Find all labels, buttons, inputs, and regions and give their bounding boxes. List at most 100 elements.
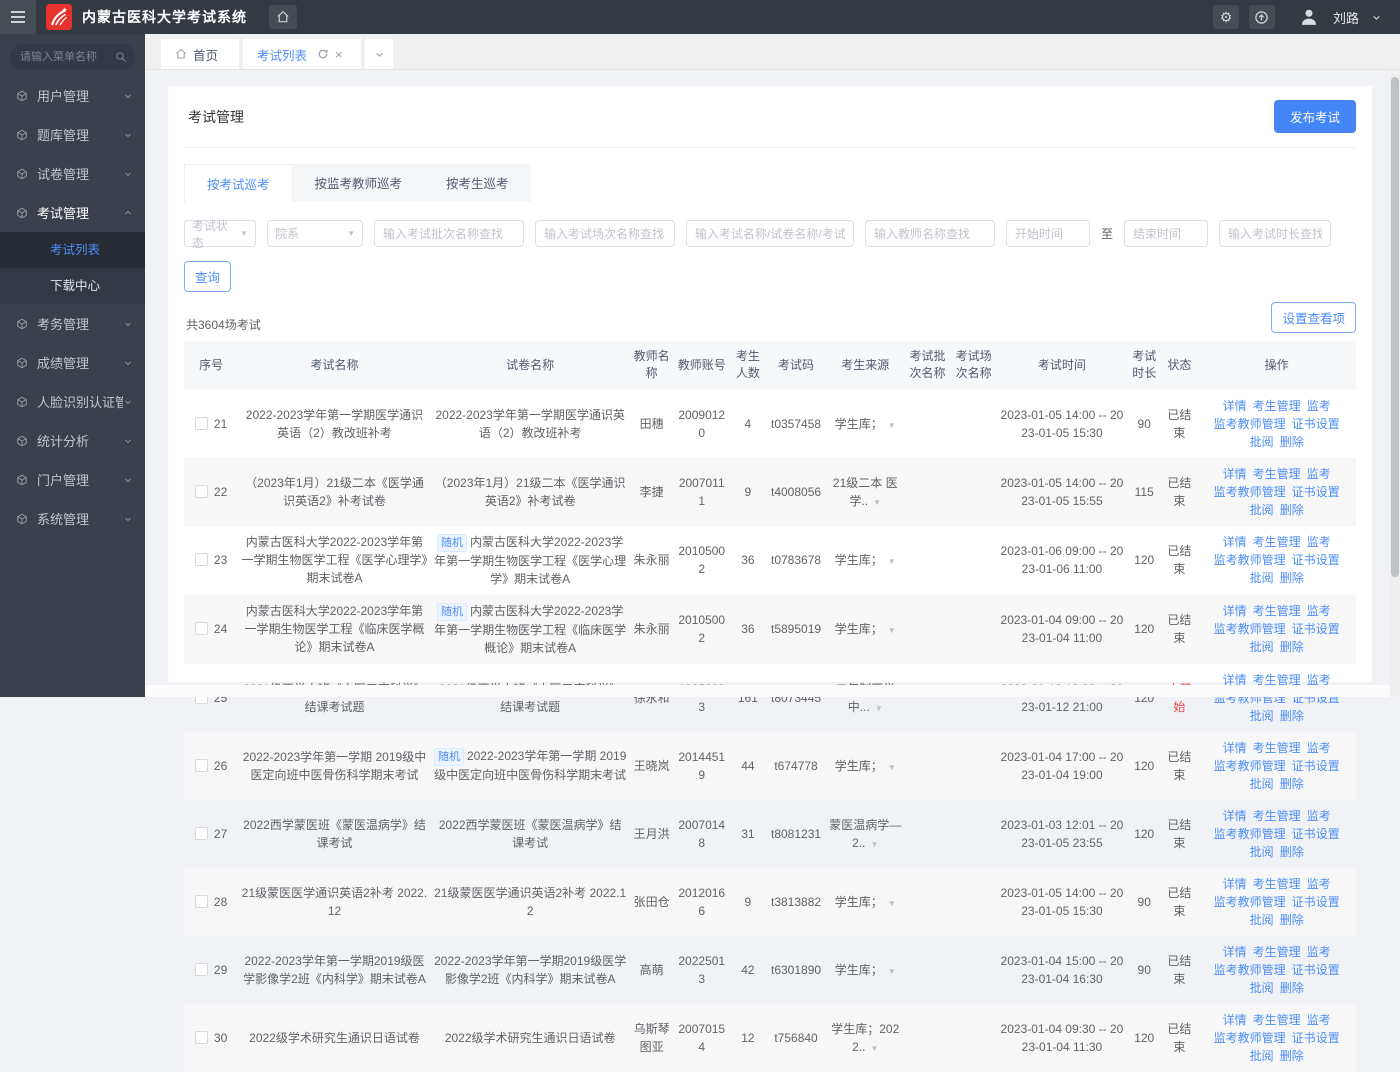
- action-link[interactable]: 证书设置: [1292, 895, 1340, 909]
- action-link[interactable]: 详情: [1223, 399, 1247, 413]
- row-checkbox[interactable]: [195, 827, 208, 840]
- row-checkbox[interactable]: [195, 485, 208, 498]
- department-select[interactable]: 院系▼: [267, 220, 363, 247]
- chevron-down-icon[interactable]: ▼: [875, 704, 883, 713]
- action-link[interactable]: 证书设置: [1292, 622, 1340, 636]
- chevron-down-icon[interactable]: [1371, 12, 1382, 23]
- action-link[interactable]: 监考: [1307, 1013, 1331, 1027]
- action-link[interactable]: 证书设置: [1292, 1031, 1340, 1045]
- start-time-input[interactable]: [1006, 220, 1090, 247]
- action-link[interactable]: 详情: [1223, 535, 1247, 549]
- action-link[interactable]: 监考教师管理: [1214, 827, 1286, 841]
- action-link[interactable]: 详情: [1223, 809, 1247, 823]
- action-link[interactable]: 批阅: [1250, 845, 1274, 859]
- action-link[interactable]: 监考教师管理: [1214, 485, 1286, 499]
- action-link[interactable]: 监考: [1307, 809, 1331, 823]
- action-link[interactable]: 证书设置: [1292, 759, 1340, 773]
- duration-input[interactable]: [1219, 220, 1331, 247]
- action-link[interactable]: 证书设置: [1292, 485, 1340, 499]
- action-link[interactable]: 详情: [1223, 1013, 1247, 1027]
- sidebar-item[interactable]: 人脸识别认证管理: [0, 382, 145, 421]
- action-link[interactable]: 批阅: [1250, 981, 1274, 995]
- tab-list-dropdown[interactable]: [365, 39, 393, 69]
- action-link[interactable]: 批阅: [1250, 503, 1274, 517]
- action-link[interactable]: 考生管理: [1253, 399, 1301, 413]
- action-link[interactable]: 监考教师管理: [1214, 1031, 1286, 1045]
- action-link[interactable]: 详情: [1223, 467, 1247, 481]
- sidebar-subitem[interactable]: 下载中心: [0, 268, 145, 304]
- tab-by-proctor[interactable]: 按监考教师巡考: [293, 164, 425, 202]
- menu-toggle-icon[interactable]: [0, 0, 36, 34]
- action-link[interactable]: 删除: [1280, 640, 1304, 654]
- sidebar-item[interactable]: 统计分析: [0, 421, 145, 460]
- row-checkbox[interactable]: [195, 553, 208, 566]
- action-link[interactable]: 监考: [1307, 535, 1331, 549]
- sidebar-item[interactable]: 门户管理: [0, 460, 145, 499]
- tab-home[interactable]: 首页: [161, 39, 239, 69]
- sidebar-item[interactable]: 用户管理: [0, 76, 145, 115]
- action-link[interactable]: 监考: [1307, 877, 1331, 891]
- query-button[interactable]: 查询: [184, 261, 231, 292]
- action-link[interactable]: 批阅: [1250, 777, 1274, 791]
- action-link[interactable]: 考生管理: [1253, 535, 1301, 549]
- action-link[interactable]: 监考教师管理: [1214, 759, 1286, 773]
- action-link[interactable]: 批阅: [1250, 913, 1274, 927]
- action-link[interactable]: 考生管理: [1253, 877, 1301, 891]
- row-checkbox[interactable]: [195, 963, 208, 976]
- sidebar-item[interactable]: 考试管理: [0, 193, 145, 232]
- end-time-input[interactable]: [1124, 220, 1208, 247]
- tab-by-student[interactable]: 按考生巡考: [424, 164, 531, 202]
- action-link[interactable]: 删除: [1280, 777, 1304, 791]
- home-button[interactable]: [269, 5, 297, 29]
- action-link[interactable]: 监考: [1307, 604, 1331, 618]
- tab-exam-list[interactable]: 考试列表 ×: [243, 39, 361, 69]
- row-checkbox[interactable]: [195, 622, 208, 635]
- chevron-down-icon[interactable]: ▼: [888, 899, 896, 908]
- action-link[interactable]: 考生管理: [1253, 741, 1301, 755]
- action-link[interactable]: 批阅: [1250, 709, 1274, 723]
- action-link[interactable]: 考生管理: [1253, 467, 1301, 481]
- sidebar-item[interactable]: 试卷管理: [0, 154, 145, 193]
- sidebar-search-input[interactable]: [20, 51, 115, 63]
- row-checkbox[interactable]: [195, 417, 208, 430]
- action-link[interactable]: 考生管理: [1253, 604, 1301, 618]
- upload-button[interactable]: [1249, 5, 1275, 29]
- row-checkbox[interactable]: [195, 1031, 208, 1044]
- action-link[interactable]: 详情: [1223, 877, 1247, 891]
- sidebar-subitem[interactable]: 考试列表: [0, 232, 145, 268]
- action-link[interactable]: 删除: [1280, 845, 1304, 859]
- action-link[interactable]: 删除: [1280, 709, 1304, 723]
- view-settings-button[interactable]: 设置查看项: [1271, 302, 1356, 333]
- vertical-scrollbar[interactable]: [1390, 71, 1400, 697]
- action-link[interactable]: 批阅: [1250, 571, 1274, 585]
- action-link[interactable]: 详情: [1223, 945, 1247, 959]
- row-checkbox[interactable]: [195, 895, 208, 908]
- action-link[interactable]: 删除: [1280, 435, 1304, 449]
- action-link[interactable]: 监考教师管理: [1214, 417, 1286, 431]
- teacher-name-input[interactable]: [865, 220, 995, 247]
- action-link[interactable]: 详情: [1223, 741, 1247, 755]
- action-link[interactable]: 删除: [1280, 913, 1304, 927]
- settings-gear-button[interactable]: ⚙: [1213, 5, 1239, 29]
- action-link[interactable]: 证书设置: [1292, 963, 1340, 977]
- exam-status-select[interactable]: 考试状态▼: [184, 220, 256, 247]
- action-link[interactable]: 删除: [1280, 571, 1304, 585]
- chevron-down-icon[interactable]: ▼: [888, 557, 896, 566]
- close-icon[interactable]: ×: [335, 48, 343, 61]
- tab-by-exam[interactable]: 按考试巡考: [184, 164, 293, 202]
- action-link[interactable]: 监考: [1307, 399, 1331, 413]
- sidebar-item[interactable]: 考务管理: [0, 304, 145, 343]
- action-link[interactable]: 监考教师管理: [1214, 622, 1286, 636]
- session-name-input[interactable]: [535, 220, 675, 247]
- action-link[interactable]: 监考教师管理: [1214, 553, 1286, 567]
- exam-name-input[interactable]: [686, 220, 854, 247]
- action-link[interactable]: 监考: [1307, 467, 1331, 481]
- sidebar-item[interactable]: 成绩管理: [0, 343, 145, 382]
- batch-name-input[interactable]: [374, 220, 524, 247]
- scrollbar-thumb[interactable]: [1391, 77, 1399, 577]
- action-link[interactable]: 删除: [1280, 981, 1304, 995]
- chevron-down-icon[interactable]: ▼: [888, 421, 896, 430]
- action-link[interactable]: 批阅: [1250, 1049, 1274, 1063]
- action-link[interactable]: 证书设置: [1292, 827, 1340, 841]
- chevron-down-icon[interactable]: ▼: [888, 763, 896, 772]
